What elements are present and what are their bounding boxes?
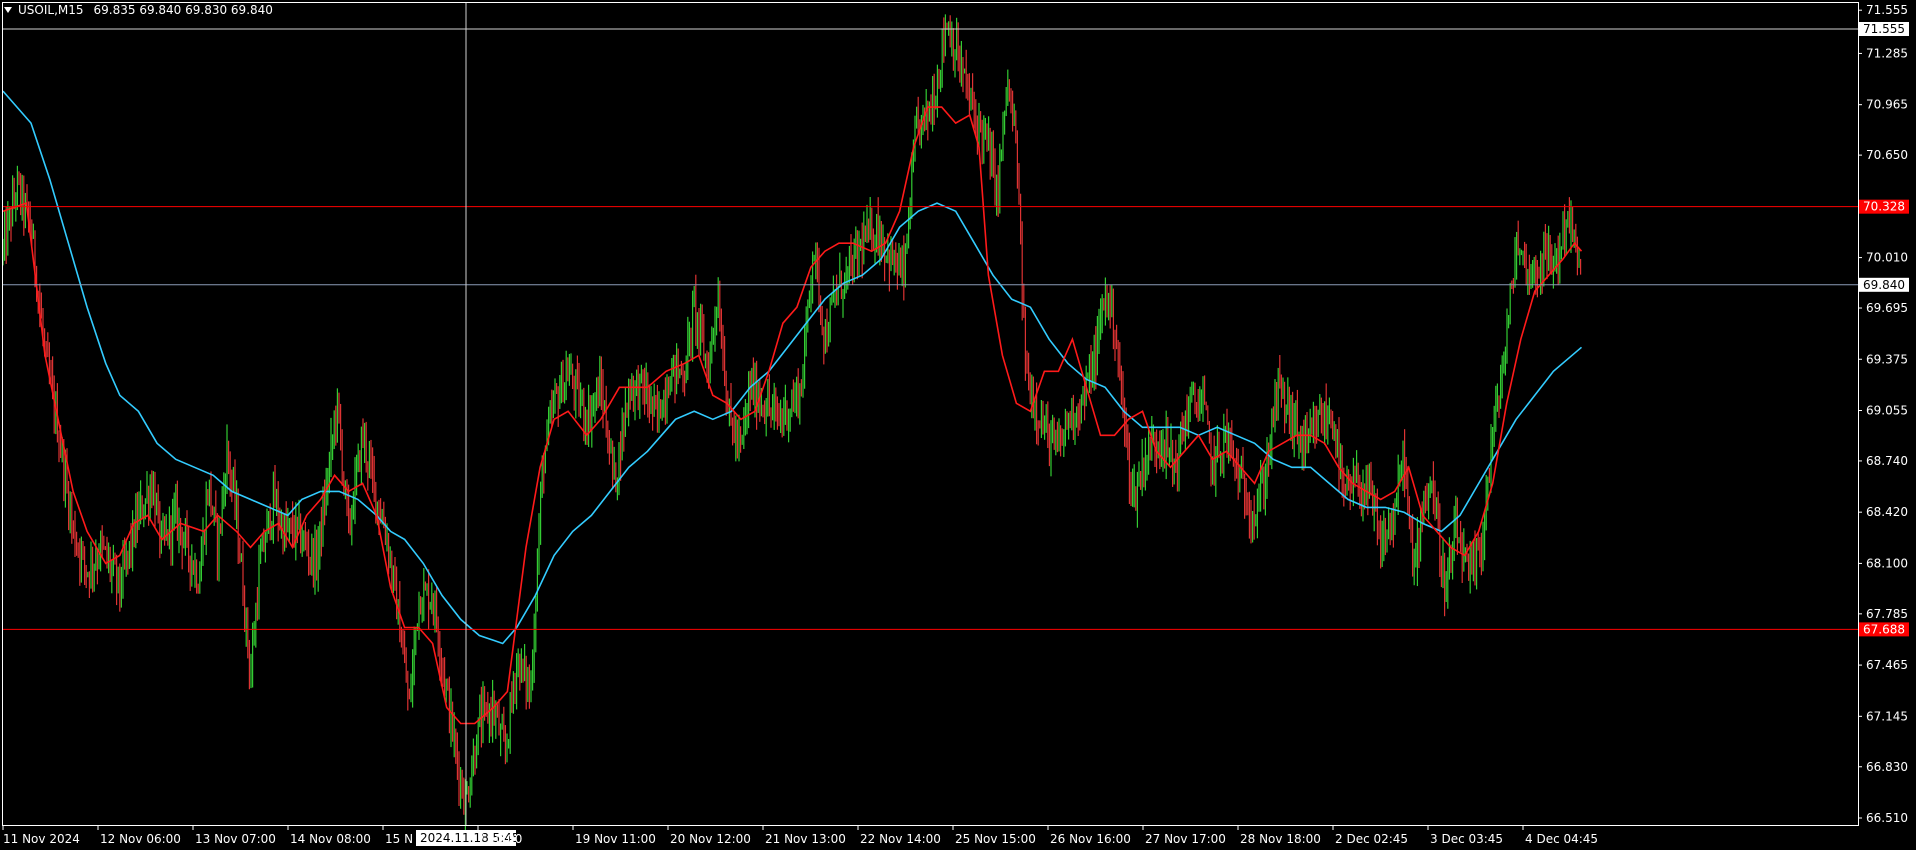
y-tick-label: 71.285 [1866, 46, 1908, 60]
y-tick-label: 68.100 [1866, 556, 1908, 570]
chart-background [0, 0, 1916, 850]
x-tick-label: 12 Nov 06:00 [100, 832, 181, 846]
level-price-label: 70.328 [1863, 200, 1905, 214]
y-tick-label: 67.465 [1866, 658, 1908, 672]
x-tick-label: 26 Nov 16:00 [1050, 832, 1131, 846]
x-tick-label: 15 N [385, 832, 413, 846]
x-tick-label: 20 Nov 12:00 [670, 832, 751, 846]
symbol-label: USOIL,M15 [18, 3, 84, 17]
x-tick-label: 27 Nov 17:00 [1145, 832, 1226, 846]
y-tick-label: 69.375 [1866, 352, 1908, 366]
x-tick-label: 28 Nov 18:00 [1240, 832, 1321, 846]
y-tick-label: 67.145 [1866, 709, 1908, 723]
y-tick-label: 67.785 [1866, 607, 1908, 621]
y-tick-label: 71.555 [1866, 3, 1908, 17]
dropdown-triangle-icon[interactable] [4, 7, 12, 13]
price-chart[interactable]: 70.32867.68869.840 71.5552024.11.18 5:45… [0, 0, 1916, 850]
y-tick-label: 66.510 [1866, 811, 1908, 825]
y-tick-label: 68.420 [1866, 505, 1908, 519]
y-tick-label: 68.740 [1866, 454, 1908, 468]
y-tick-label: 69.695 [1866, 301, 1908, 315]
x-tick-label: 4 Dec 04:45 [1525, 832, 1598, 846]
y-tick-label: 70.010 [1866, 251, 1908, 265]
ohlc-values: 69.835 69.840 69.830 69.840 [93, 3, 273, 17]
x-tick-label: 21 Nov 13:00 [765, 832, 846, 846]
x-tick-label: 14 Nov 08:00 [290, 832, 371, 846]
x-tick-label: 3 Dec 03:45 [1430, 832, 1503, 846]
y-tick-label: 70.650 [1866, 148, 1908, 162]
current-price-label: 69.840 [1863, 278, 1905, 292]
x-tick-label: 19 Nov 11:00 [575, 832, 656, 846]
level-price-label: 67.688 [1863, 622, 1905, 636]
y-tick-label: 66.830 [1866, 760, 1908, 774]
crosshair-price-label: 71.555 [1863, 22, 1905, 36]
x-tick-label: / 10:00 [480, 832, 522, 846]
x-tick-label: 11 Nov 2024 [3, 832, 80, 846]
y-tick-label: 69.055 [1866, 403, 1908, 417]
x-tick-label: 13 Nov 07:00 [195, 832, 276, 846]
x-tick-label: 22 Nov 14:00 [860, 832, 941, 846]
symbol-header: USOIL,M15 69.835 69.840 69.830 69.840 [4, 3, 273, 17]
y-tick-label: 70.965 [1866, 98, 1908, 112]
x-tick-label: 25 Nov 15:00 [955, 832, 1036, 846]
x-tick-label: 2 Dec 02:45 [1335, 832, 1408, 846]
